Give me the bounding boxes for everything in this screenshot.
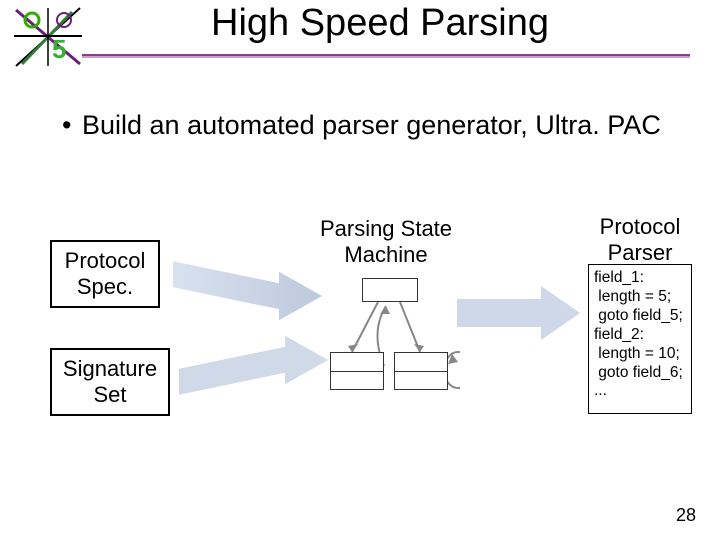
state-node-icon bbox=[394, 352, 448, 390]
parser-code-box: field_1: length = 5; goto field_5; field… bbox=[588, 264, 692, 414]
signature-set-box: Signature Set bbox=[50, 348, 170, 416]
bullet-item: • Build an automated parser generator, U… bbox=[62, 108, 690, 143]
state-node-icon bbox=[330, 352, 384, 390]
slide: 5 High Speed Parsing • Build an automate… bbox=[0, 0, 720, 540]
page-number: 28 bbox=[676, 505, 696, 526]
arrow-icon bbox=[174, 324, 334, 404]
flow-diagram: Protocol Spec. Signature Set Parsing Sta… bbox=[40, 220, 700, 460]
bullet-text: Build an automated parser generator, Ult… bbox=[82, 108, 661, 143]
state-machine-graph bbox=[330, 278, 460, 408]
bullet-list: • Build an automated parser generator, U… bbox=[62, 108, 690, 143]
protocol-spec-box: Protocol Spec. bbox=[50, 240, 160, 308]
state-node-icon bbox=[362, 278, 418, 302]
title-underline bbox=[82, 54, 690, 58]
arrow-icon bbox=[454, 278, 584, 348]
slide-title: High Speed Parsing bbox=[0, 2, 720, 45]
parser-title: Protocol Parser bbox=[590, 214, 690, 266]
bullet-dot-icon: • bbox=[62, 108, 82, 143]
psm-title: Parsing State Machine bbox=[296, 216, 476, 268]
